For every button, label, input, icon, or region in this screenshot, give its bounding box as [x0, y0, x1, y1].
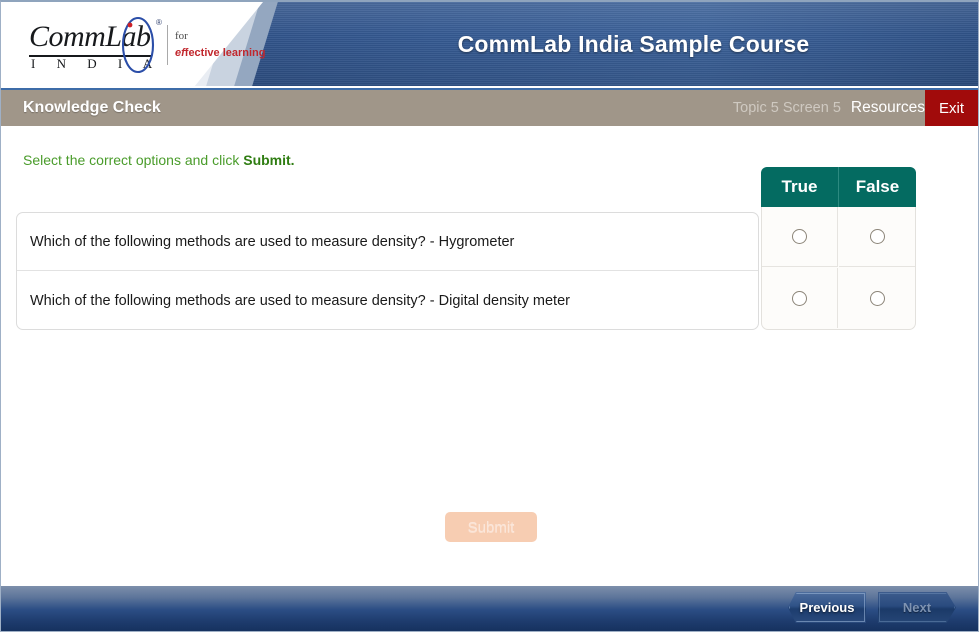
resources-link[interactable]: Resources — [851, 99, 925, 117]
navigation-bar: Knowledge Check Topic 5 Screen 5 Resourc… — [1, 88, 978, 126]
logo-tagline-italic: ef — [175, 47, 185, 59]
exit-button[interactable]: Exit — [925, 90, 978, 126]
radio-button-row1-false[interactable] — [869, 229, 885, 244]
table-row: Which of the following methods are used … — [30, 293, 570, 309]
commlab-logo[interactable]: CommLab ® I N D I A for effective learni… — [25, 16, 265, 74]
logo-for-text: for — [175, 30, 188, 42]
progress-indicator: Topic 5 Screen 5 — [732, 100, 841, 116]
next-button[interactable]: Next — [878, 592, 956, 623]
course-player: CommLab ® I N D I A for effective learni… — [0, 0, 979, 632]
submit-button[interactable]: Submit — [445, 512, 537, 542]
answer-cell-row1-false[interactable] — [839, 207, 915, 267]
answer-cell-row1-true[interactable] — [762, 207, 838, 267]
instruction-prefix: Select the correct options and click — [23, 152, 244, 168]
logo-divider — [167, 25, 168, 65]
answer-cell-row2-true[interactable] — [762, 268, 838, 328]
column-header-false: False — [855, 177, 900, 196]
table-row: Which of the following methods are used … — [17, 213, 758, 271]
knowledge-check-table: Which of the following methods are used … — [16, 167, 916, 330]
column-header-true: True — [761, 167, 839, 207]
course-header: CommLab ® I N D I A for effective learni… — [1, 2, 978, 86]
previous-button[interactable]: Previous — [788, 592, 866, 623]
course-footer: Previous Next — [1, 586, 978, 631]
answer-grid — [761, 207, 916, 330]
instruction-text: Select the correct options and click Sub… — [23, 152, 295, 168]
logo-registered-mark: ® — [156, 18, 162, 27]
previous-button-label: Previous — [799, 600, 855, 615]
radio-button-row2-true[interactable] — [792, 290, 807, 306]
question-column: Which of the following methods are used … — [16, 212, 759, 330]
logo-swoosh-icon — [121, 16, 155, 74]
footer-navigation: Previous Next — [788, 592, 956, 623]
answer-column-headers: True False — [761, 167, 916, 207]
logo-tagline-rest: fective learning — [184, 47, 266, 59]
section-title: Knowledge Check — [23, 99, 161, 116]
radio-button-row1-true[interactable] — [792, 229, 807, 244]
radio-button-row2-false[interactable] — [869, 290, 885, 306]
instruction-emphasis: Submit. — [243, 152, 295, 168]
navbar-right-group: Topic 5 Screen 5 Resources — [733, 90, 925, 126]
logo-tagline: effective learning — [175, 47, 265, 59]
page-title: CommLab India Sample Course — [457, 30, 810, 57]
answer-cell-row2-false[interactable] — [839, 268, 915, 328]
next-button-label: Next — [902, 600, 932, 615]
